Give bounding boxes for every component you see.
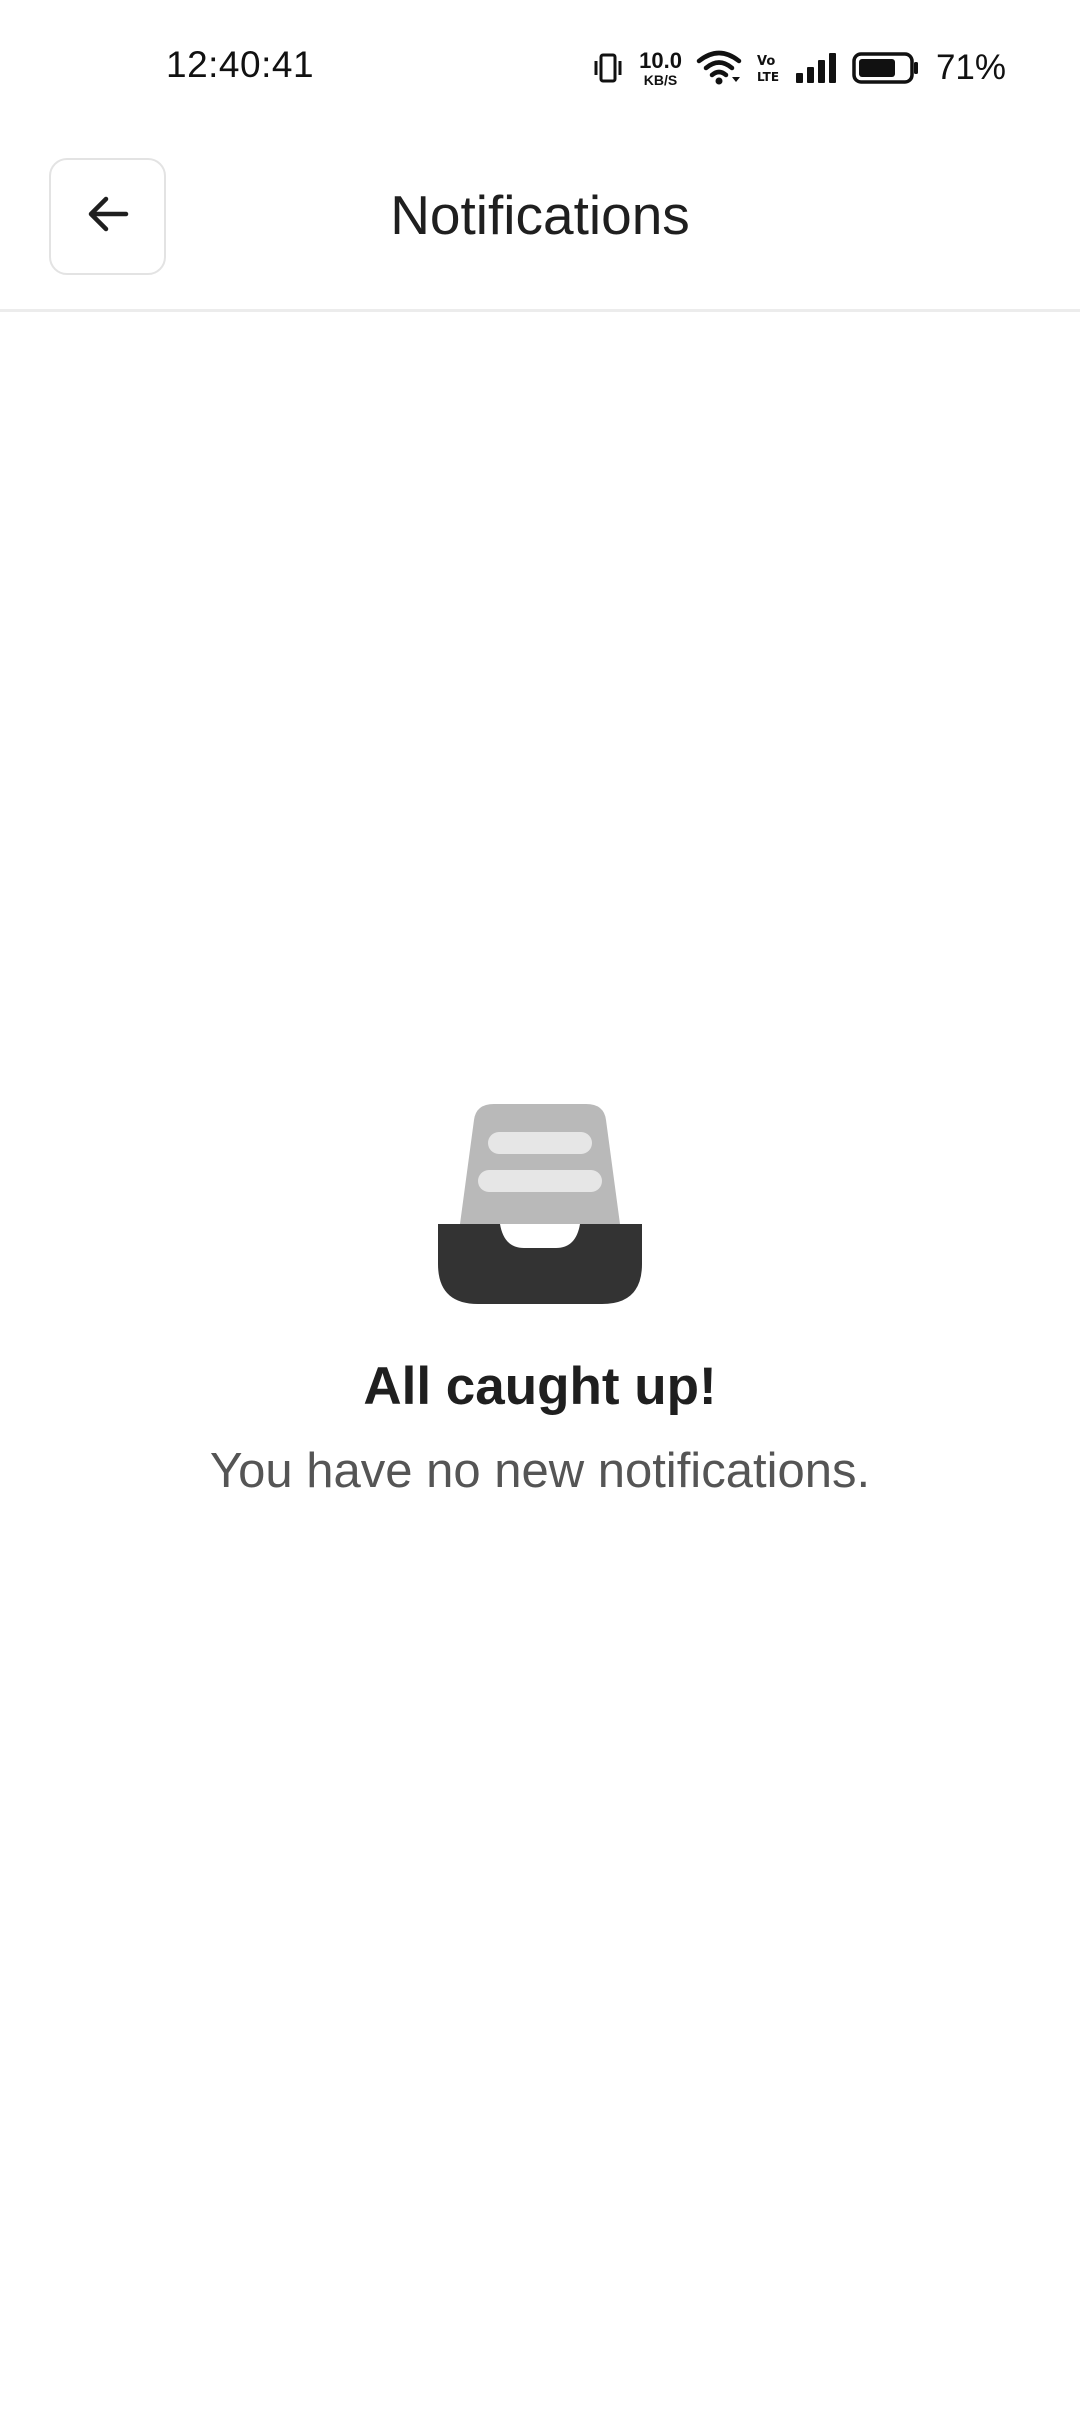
battery-icon	[852, 51, 920, 85]
inbox-icon	[438, 1100, 642, 1304]
empty-state-title: All caught up!	[363, 1357, 717, 1416]
battery-percent: 71%	[935, 48, 1006, 87]
volte-icon: Vo LTE	[756, 51, 780, 85]
status-bar: 12:40:41 10.0 KB/S Vo LTE 71%	[0, 0, 1080, 135]
svg-text:Vo: Vo	[757, 54, 775, 69]
network-speed-value: 10.0	[639, 47, 682, 73]
empty-state-subtitle: You have no new notifications.	[209, 1444, 871, 1498]
svg-text:LTE: LTE	[757, 70, 779, 84]
status-icons: 10.0 KB/S Vo LTE 71%	[591, 44, 1006, 92]
page-title: Notifications	[390, 184, 690, 246]
notifications-screen: 12:40:41 10.0 KB/S Vo LTE 71% Notificati…	[0, 0, 1080, 2412]
app-header: Notifications	[0, 135, 1080, 312]
vibrate-icon	[591, 51, 625, 85]
signal-icon	[794, 51, 838, 85]
status-time: 12:40:41	[166, 44, 315, 85]
wifi-icon	[696, 49, 742, 87]
network-speed-unit: KB/S	[643, 71, 678, 88]
network-speed: 10.0 KB/S	[639, 47, 682, 88]
empty-state: All caught up! You have no new notificat…	[0, 1100, 1080, 1499]
